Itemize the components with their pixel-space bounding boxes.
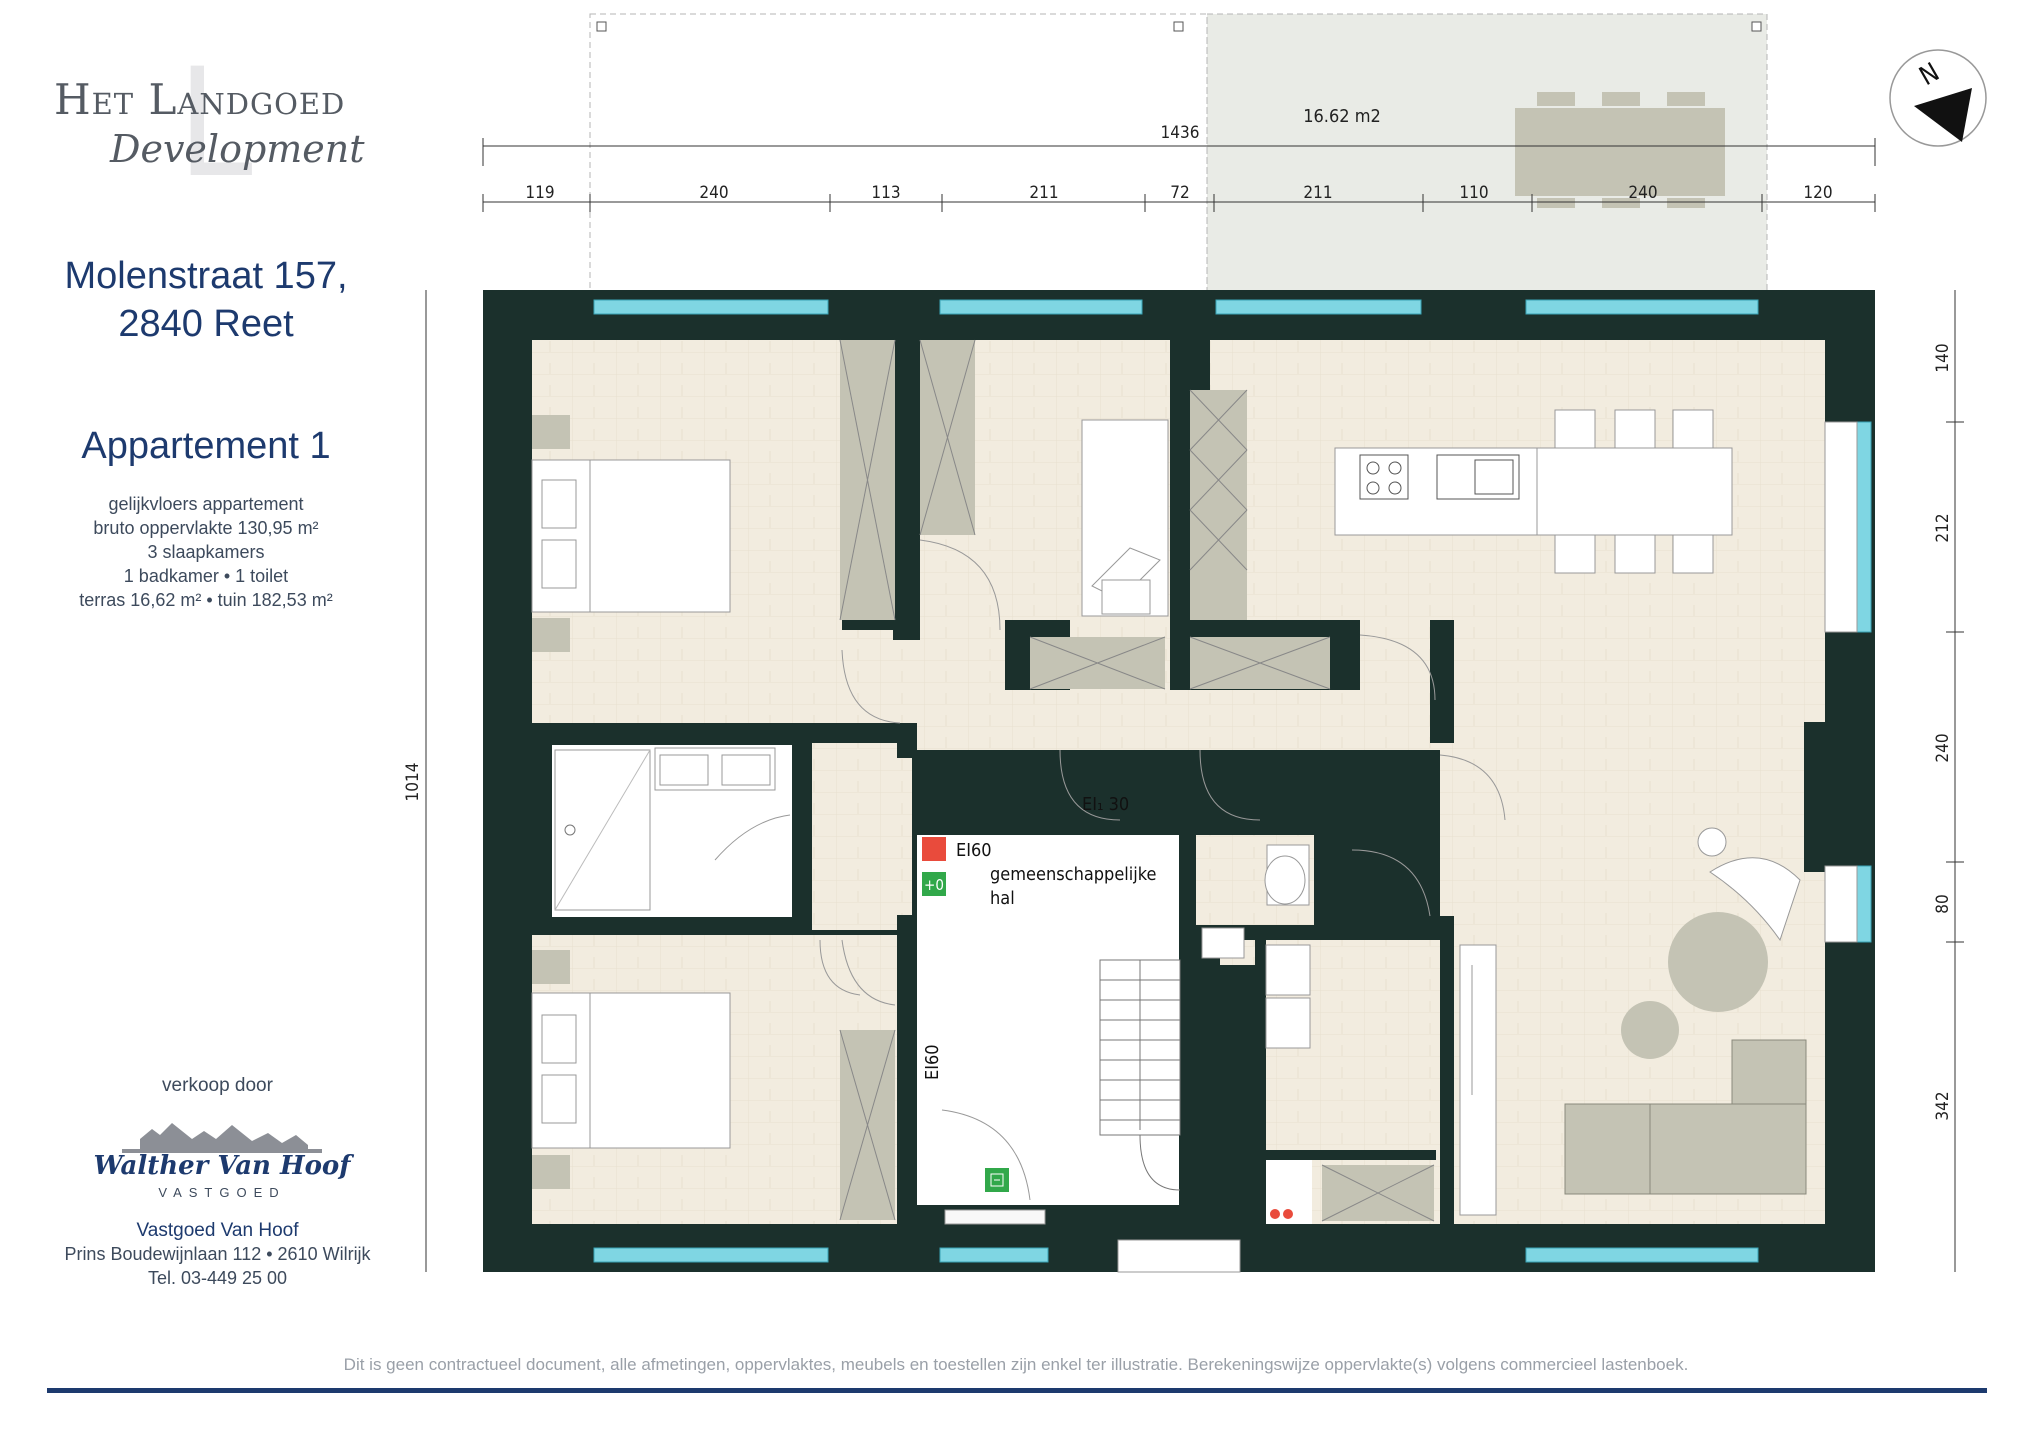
- dim-label: 342: [1933, 1091, 1953, 1120]
- dim-label: 72: [1170, 183, 1189, 203]
- dim-label: 211: [1303, 183, 1332, 203]
- level-marker-label: +0: [924, 876, 944, 894]
- dim-label: 240: [699, 183, 728, 203]
- ei60-side-label: EI60: [922, 1044, 943, 1080]
- dim-label: 140: [1933, 343, 1953, 372]
- hall-label-line-2: hal: [990, 888, 1015, 909]
- dim-label: 110: [1459, 183, 1488, 203]
- dim-label: 211: [1029, 183, 1058, 203]
- floor-plan: 16.62 m2 1436 119 240 113 211 72 211 110…: [403, 13, 1987, 1273]
- dim-label: 212: [1933, 513, 1953, 542]
- dim-label: 119: [525, 183, 554, 203]
- dim-label: 240: [1628, 183, 1657, 203]
- terrace-area-label: 16.62 m2: [1303, 106, 1381, 127]
- total-width-label: 1436: [1161, 123, 1200, 143]
- dim-label: 120: [1803, 183, 1832, 203]
- right-dimension-lines: [1946, 290, 1964, 1272]
- dim-label: 80: [1933, 894, 1953, 913]
- terrace-dining-table: [1515, 92, 1725, 208]
- fire-extinguisher-icon: [922, 837, 946, 861]
- footer-rule: [47, 1388, 1987, 1393]
- total-depth-label: 1014: [403, 763, 423, 802]
- north-arrow-icon: N: [1889, 49, 1987, 147]
- boundary-marker: [596, 21, 607, 32]
- hall-label-line-1: gemeenschappelijke: [990, 864, 1157, 885]
- boundary-marker: [1751, 21, 1762, 32]
- boundary-marker: [1173, 21, 1184, 32]
- dim-label: 113: [871, 183, 900, 203]
- wardrobe-column: [1190, 390, 1247, 620]
- dim-label: 240: [1933, 733, 1953, 762]
- ei60-top-label: EI60: [956, 840, 992, 861]
- garden-boundary: [589, 13, 1208, 295]
- fire-door-label: EI₁ 30: [1082, 794, 1129, 815]
- disclaimer: Dit is geen contractueel document, alle …: [343, 1355, 1689, 1374]
